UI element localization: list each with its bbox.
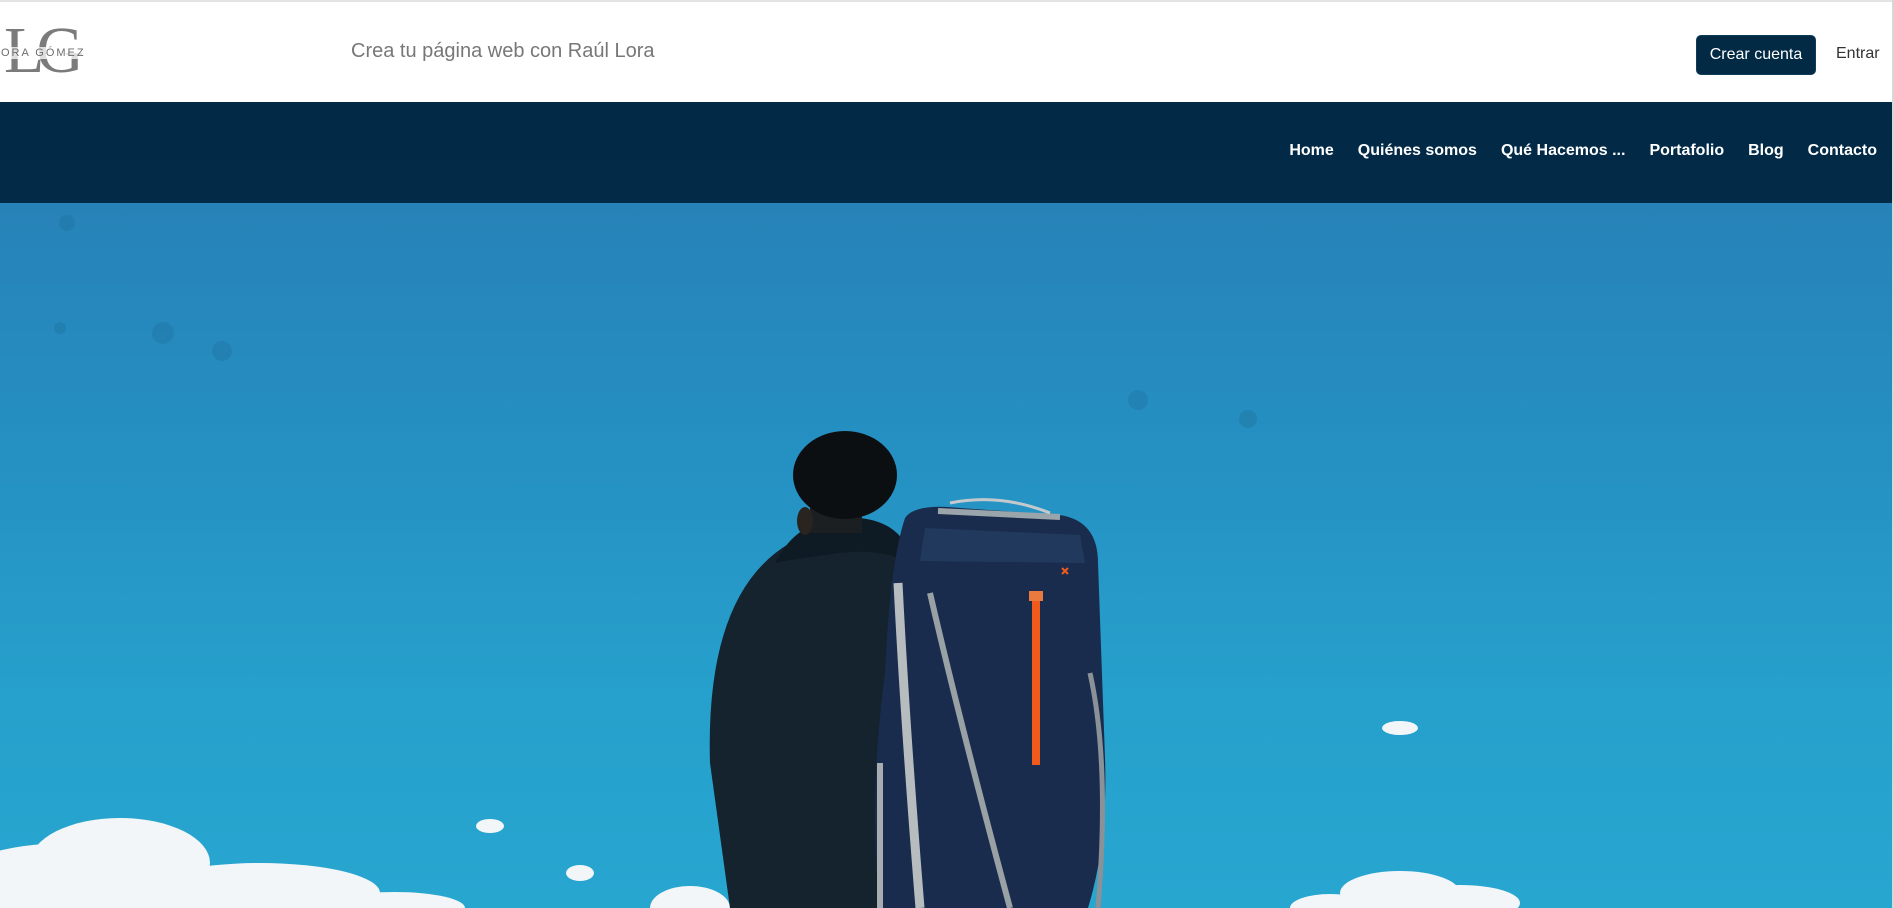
nav-item-contacto[interactable]: Contacto	[1808, 142, 1877, 160]
sky-spots	[54, 215, 1257, 428]
hiker-head	[793, 431, 897, 519]
backpack-zipper	[1032, 593, 1040, 765]
nav-item-portafolio[interactable]: Portafolio	[1649, 142, 1724, 160]
nav-item-que-hacemos[interactable]: Qué Hacemos ...	[1501, 142, 1626, 160]
top-header: LG ORA GÓMEZ Crea tu página web con Raúl…	[0, 0, 1894, 102]
nav-item-home[interactable]: Home	[1289, 142, 1333, 160]
hero-photo-illustration	[0, 215, 1520, 908]
main-navbar: Home Quiénes somos Qué Hacemos ... Porta…	[0, 102, 1894, 203]
page: LG ORA GÓMEZ Crea tu página web con Raúl…	[0, 0, 1894, 908]
site-tagline: Crea tu página web con Raúl Lora	[351, 40, 655, 62]
site-logo[interactable]: LG ORA GÓMEZ	[0, 18, 110, 84]
nav-item-quienes-somos[interactable]: Quiénes somos	[1358, 142, 1477, 160]
login-link[interactable]: Entrar	[1836, 45, 1880, 63]
hero-image	[0, 203, 1894, 908]
create-account-button[interactable]: Crear cuenta	[1697, 36, 1815, 74]
nav-menu: Home Quiénes somos Qué Hacemos ... Porta…	[1265, 142, 1877, 160]
logo-subtitle: ORA GÓMEZ	[0, 47, 87, 59]
nav-item-blog[interactable]: Blog	[1748, 142, 1784, 160]
